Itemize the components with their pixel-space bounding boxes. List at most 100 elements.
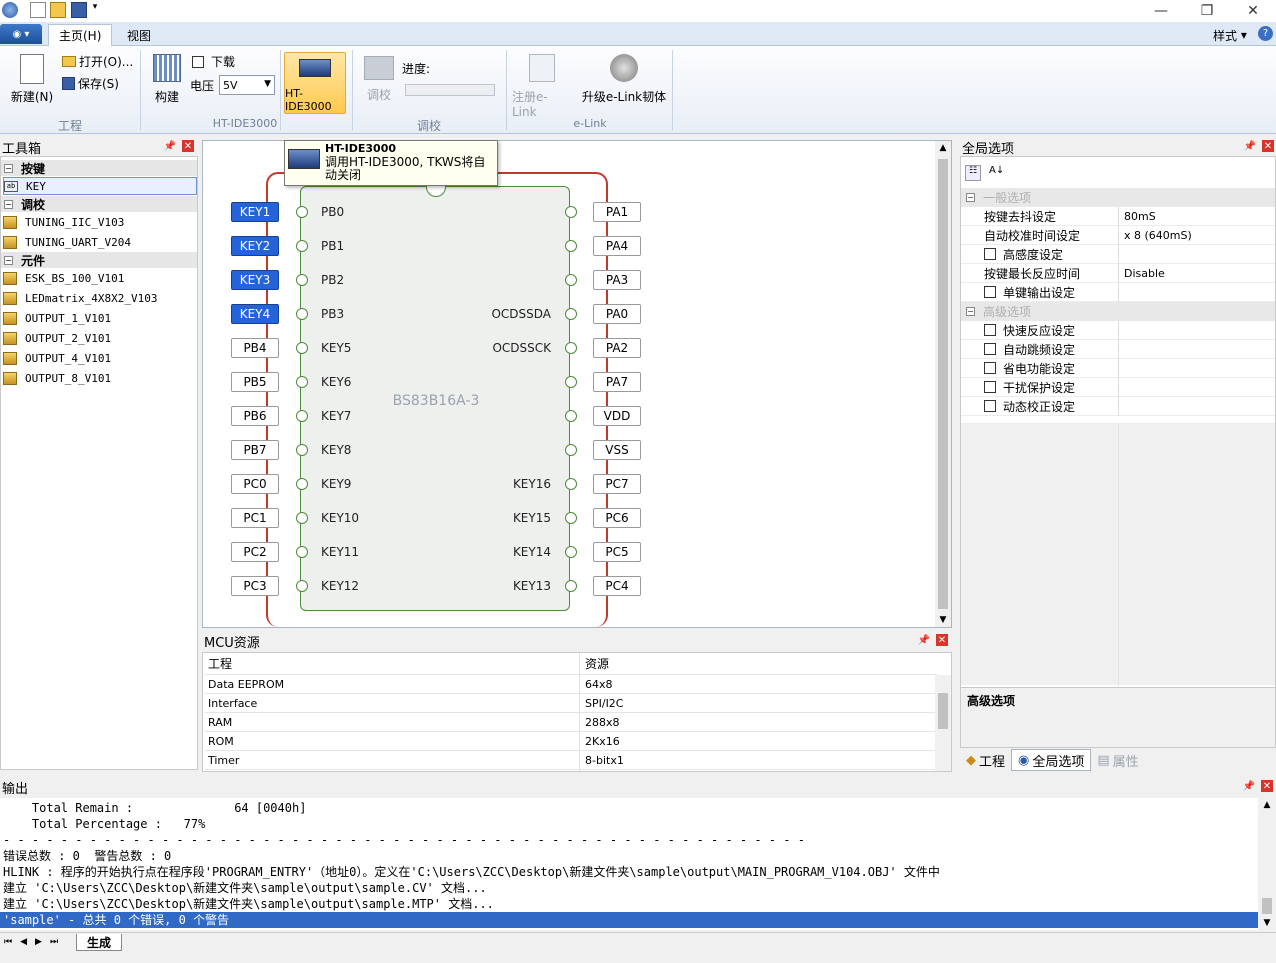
right-pin-label[interactable]: PC5 (593, 542, 641, 562)
pin-connector[interactable] (296, 308, 308, 320)
property-row[interactable]: 自动跳频设定 (961, 340, 1275, 359)
close-panel-icon[interactable]: ✕ (1261, 780, 1273, 792)
pin-connector[interactable] (296, 410, 308, 422)
save-button[interactable]: 保存(S) (62, 75, 119, 92)
checkbox[interactable] (984, 400, 996, 412)
output-scrollbar[interactable]: ▲ ▼ (1258, 798, 1276, 930)
pin-icon[interactable]: 📌 (1243, 780, 1255, 792)
toolbox-item-key[interactable]: ab KEY (3, 177, 197, 195)
property-row[interactable]: 动态校正设定 (961, 397, 1275, 416)
pin-icon[interactable]: 📌 (164, 140, 176, 152)
property-row[interactable]: 干扰保护设定 (961, 378, 1275, 397)
left-pin-label[interactable]: PC2 (231, 542, 279, 562)
scroll-up-icon[interactable]: ▲ (935, 143, 951, 153)
pin-connector[interactable] (565, 308, 577, 320)
close-panel-icon[interactable]: ✕ (182, 140, 194, 152)
scroll-up-icon[interactable]: ▲ (1258, 800, 1276, 810)
pin-connector[interactable] (565, 342, 577, 354)
left-pin-label[interactable]: PC0 (231, 474, 279, 494)
tab-build[interactable]: 生成 (76, 934, 123, 951)
toolbox-item[interactable]: OUTPUT_4_V101 (3, 349, 197, 367)
categorized-view-icon[interactable]: ☷ (965, 165, 981, 181)
toolbox-item[interactable]: TUNING_IIC_V103 (3, 213, 197, 231)
left-pin-label[interactable]: KEY1 (231, 202, 279, 222)
toolbox-category[interactable]: − 按键 (1, 160, 197, 176)
style-menu[interactable]: 样式 ▾ (1203, 24, 1257, 46)
checkbox[interactable] (984, 362, 996, 374)
scroll-down-icon[interactable]: ▼ (935, 615, 951, 625)
toolbox-item[interactable]: OUTPUT_1_V101 (3, 309, 197, 327)
right-pin-label[interactable]: PA1 (593, 202, 641, 222)
property-row[interactable]: 按键去抖设定 80mS (961, 207, 1275, 226)
right-pin-label[interactable]: VSS (593, 440, 641, 460)
right-pin-label[interactable]: PC4 (593, 576, 641, 596)
pin-connector[interactable] (565, 376, 577, 388)
pin-connector[interactable] (565, 512, 577, 524)
checkbox[interactable] (984, 343, 996, 355)
close-panel-icon[interactable]: ✕ (1262, 140, 1274, 152)
property-row[interactable]: 快速反应设定 (961, 321, 1275, 340)
close-panel-icon[interactable]: ✕ (936, 634, 948, 646)
pin-connector[interactable] (565, 410, 577, 422)
right-pin-label[interactable]: PC6 (593, 508, 641, 528)
table-row[interactable]: RAM 288x8 (205, 713, 937, 732)
property-row[interactable]: 单键输出设定 (961, 283, 1275, 302)
property-category-advanced[interactable]: − 高级选项 (961, 302, 1275, 321)
pin-icon[interactable]: 📌 (1244, 140, 1256, 152)
left-pin-label[interactable]: KEY4 (231, 304, 279, 324)
vertical-scrollbar[interactable]: ▲ ▼ (935, 141, 951, 627)
checkbox[interactable] (984, 324, 996, 336)
tab-project[interactable]: ◆ 工程 (960, 751, 1011, 770)
pin-connector[interactable] (565, 580, 577, 592)
new-button[interactable]: 新建(N) (8, 54, 56, 105)
pin-connector[interactable] (565, 444, 577, 456)
upgrade-elink-button[interactable]: 升级e-Link韧体 (580, 54, 668, 105)
property-row[interactable]: 省电功能设定 (961, 359, 1275, 378)
pin-connector[interactable] (565, 240, 577, 252)
left-pin-label[interactable]: PC1 (231, 508, 279, 528)
open-folder-icon[interactable] (50, 2, 66, 18)
left-pin-label[interactable]: PC3 (231, 576, 279, 596)
qa-dropdown-icon[interactable]: ▾ (91, 2, 99, 18)
left-pin-label[interactable]: PB6 (231, 406, 279, 426)
property-value[interactable]: Disable (1124, 267, 1165, 280)
toolbox-item[interactable]: LEDmatrix_4X8X2_V103 (3, 289, 197, 307)
tab-properties[interactable]: ▤ 属性 (1091, 751, 1144, 770)
scroll-down-icon[interactable]: ▼ (1258, 918, 1276, 928)
voltage-select[interactable]: 5V ▼ (219, 75, 276, 95)
table-row[interactable]: Interface SPI/I2C (205, 694, 937, 713)
new-file-icon[interactable] (30, 2, 46, 18)
toolbox-item[interactable]: TUNING_UART_V204 (3, 233, 197, 251)
pin-connector[interactable] (296, 580, 308, 592)
table-row[interactable]: ROM 2Kx16 (205, 732, 937, 751)
save-icon[interactable] (71, 2, 87, 18)
pin-connector[interactable] (296, 342, 308, 354)
toolbox-item[interactable]: ESK_BS_100_V101 (3, 269, 197, 287)
property-row[interactable]: 高感度设定 (961, 245, 1275, 264)
pin-connector[interactable] (296, 444, 308, 456)
scroll-thumb[interactable] (1262, 898, 1272, 914)
pin-icon[interactable]: 📌 (918, 634, 930, 646)
pin-connector[interactable] (296, 512, 308, 524)
pin-connector[interactable] (296, 478, 308, 490)
pin-connector[interactable] (565, 274, 577, 286)
left-pin-label[interactable]: PB5 (231, 372, 279, 392)
application-menu-button[interactable]: ◉ ▾ (0, 24, 42, 44)
tab-navigation-icons[interactable]: ⏮◀▶⏭ (4, 937, 66, 947)
scroll-thumb[interactable] (938, 693, 948, 729)
pin-connector[interactable] (296, 274, 308, 286)
property-value[interactable]: x 8 (640mS) (1124, 229, 1192, 242)
calibrate-button[interactable]: 调校 (360, 56, 398, 103)
property-category-general[interactable]: − 一般选项 (961, 188, 1275, 207)
checkbox[interactable] (984, 381, 996, 393)
right-pin-label[interactable]: PA7 (593, 372, 641, 392)
checkbox[interactable] (984, 286, 996, 298)
right-pin-label[interactable]: VDD (593, 406, 641, 426)
toolbox-item[interactable]: OUTPUT_8_V101 (3, 369, 197, 387)
right-pin-label[interactable]: PA3 (593, 270, 641, 290)
pin-connector[interactable] (565, 206, 577, 218)
checkbox[interactable] (984, 248, 996, 260)
download-checkbox[interactable]: 下载 (192, 53, 235, 70)
property-row[interactable]: 自动校准时间设定 x 8 (640mS) (961, 226, 1275, 245)
right-pin-label[interactable]: PC7 (593, 474, 641, 494)
